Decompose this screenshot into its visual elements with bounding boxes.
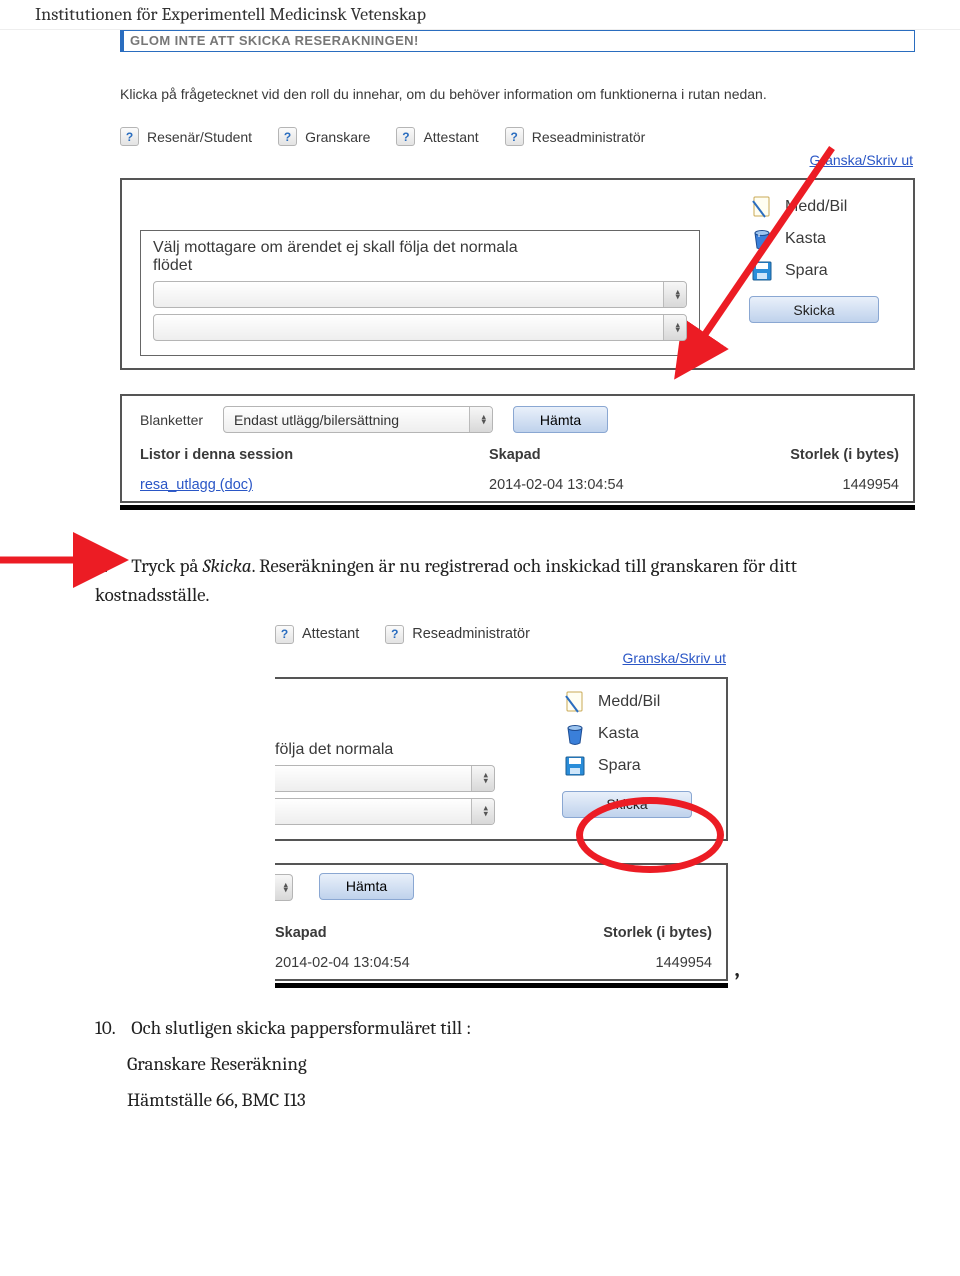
session-list-header: Listor i denna session Skapad Storlek (i… xyxy=(140,447,899,463)
screenshot-border xyxy=(275,983,728,988)
step-10-text: 10. Och slutligen skicka pappersformulär… xyxy=(95,1010,900,1118)
role-resenar: ? Resenär/Student xyxy=(120,127,252,146)
help-icon[interactable]: ? xyxy=(275,625,294,644)
dropdown-value: Endast utlägg/bilersättning xyxy=(234,412,399,428)
role-reseadmin: ? Reseadministratör xyxy=(505,127,646,146)
hamta-button[interactable]: Hämta xyxy=(513,406,608,433)
recipient-fieldset: Välj mottagare om ärendet ej skall följa… xyxy=(140,230,700,356)
hamta-button[interactable]: Hämta xyxy=(319,873,414,900)
panel-blanketter-cropped: ▴▾ Hämta Skapad Storlek (i bytes) 2014-0… xyxy=(275,863,728,981)
reminder-banner: GLOM INTE ATT SKICKA RESERAKNINGEN! xyxy=(120,30,915,52)
chevron-updown-icon: ▴▾ xyxy=(675,289,680,300)
action-label: Spara xyxy=(598,757,641,775)
trash-icon xyxy=(562,721,588,747)
action-label: Spara xyxy=(785,262,828,280)
role-granskare: ? Granskare xyxy=(278,127,370,146)
granska-skriv-ut-link[interactable]: Granska/Skriv ut xyxy=(810,152,913,168)
save-icon xyxy=(562,753,588,779)
file-date: 2014-02-04 13:04:54 xyxy=(489,477,719,493)
screenshot-1: GLOM INTE ATT SKICKA RESERAKNINGEN! Klic… xyxy=(120,30,915,503)
roles-row: ? Resenär/Student ? Granskare ? Attestan… xyxy=(120,127,915,146)
file-size: 1449954 xyxy=(719,477,899,493)
page-header: Institutionen för Experimentell Medicins… xyxy=(0,0,960,30)
step-9-text: 9. Tryck på Skicka. Reseräkningen är nu … xyxy=(95,552,900,611)
blanketter-label: Blanketter xyxy=(140,412,203,428)
partial-label: följa det normala xyxy=(275,689,544,759)
help-icon[interactable]: ? xyxy=(385,625,404,644)
step-text-b: Skicka xyxy=(203,555,252,577)
step-line-2: Granskare Reseräkning xyxy=(95,1046,900,1082)
trailing-comma: , xyxy=(734,951,740,983)
action-kasta[interactable]: Kasta xyxy=(749,226,899,252)
help-icon[interactable]: ? xyxy=(396,127,415,146)
action-medd-bil[interactable]: Medd/Bil xyxy=(562,689,712,715)
recipient-dropdown-1[interactable]: ▴▾ xyxy=(153,281,687,308)
fieldset-label-line2: flödet xyxy=(153,257,192,274)
chevron-updown-icon: ▴▾ xyxy=(283,882,288,893)
help-icon[interactable]: ? xyxy=(278,127,297,146)
file-link[interactable]: resa_utlagg (doc) xyxy=(140,477,489,493)
chevron-updown-icon: ▴▾ xyxy=(675,322,680,333)
action-medd-bil[interactable]: Medd/Bil xyxy=(749,194,899,220)
panel-blanketter: Blanketter Endast utlägg/bilersättning ▴… xyxy=(120,394,915,503)
role-label: Resenär/Student xyxy=(147,129,252,145)
session-list-row: resa_utlagg (doc) 2014-02-04 13:04:54 14… xyxy=(140,477,899,493)
step-line-1: Och slutligen skicka pappersformuläret t… xyxy=(131,1017,471,1039)
screenshot-border xyxy=(120,505,915,510)
note-icon xyxy=(562,689,588,715)
col-session: Listor i denna session xyxy=(140,447,489,463)
dropdown-partial-icon[interactable]: ▴▾ xyxy=(275,874,293,901)
action-label: Medd/Bil xyxy=(598,693,660,711)
file-date: 2014-02-04 13:04:54 xyxy=(275,955,495,971)
role-label: Attestant xyxy=(302,626,359,642)
col-storlek: Storlek (i bytes) xyxy=(719,447,899,463)
file-size: 1449954 xyxy=(505,955,712,971)
action-spara[interactable]: Spara xyxy=(562,753,712,779)
save-icon xyxy=(749,258,775,284)
trash-icon xyxy=(749,226,775,252)
blanketter-dropdown[interactable]: Endast utlägg/bilersättning ▴▾ xyxy=(223,406,493,433)
action-spara[interactable]: Spara xyxy=(749,258,899,284)
col-storlek: Storlek (i bytes) xyxy=(505,925,712,941)
granska-link-wrap: Granska/Skriv ut xyxy=(120,152,913,168)
col-skapad: Skapad xyxy=(489,447,719,463)
action-label: Kasta xyxy=(785,230,826,248)
role-label: Granskare xyxy=(305,129,370,145)
screenshot-2: ? Attestant ? Reseadministratör Granska/… xyxy=(275,625,728,981)
step-text-a: Tryck på xyxy=(131,555,202,577)
step-line-3: Hämtställe 66, BMC I13 xyxy=(95,1082,900,1118)
recipient-dropdown-partial[interactable]: ▴▾ xyxy=(275,765,495,792)
panel-actions-cropped: följa det normala ▴▾ ▴▾ Medd/Bil xyxy=(275,677,728,841)
intro-text: Klicka på frågetecknet vid den roll du i… xyxy=(120,84,915,105)
fieldset-label-line1: Välj mottagare om ärendet ej skall följa… xyxy=(153,239,518,256)
action-label: Kasta xyxy=(598,725,639,743)
action-label: Medd/Bil xyxy=(785,198,847,216)
role-attestant: ? Attestant xyxy=(396,127,478,146)
step-number: 9. xyxy=(95,552,127,581)
chevron-updown-icon: ▴▾ xyxy=(483,773,488,784)
chevron-updown-icon: ▴▾ xyxy=(483,806,488,817)
help-icon[interactable]: ? xyxy=(505,127,524,146)
recipient-dropdown-2[interactable]: ▴▾ xyxy=(153,314,687,341)
panel-recipient-actions: Välj mottagare om ärendet ej skall följa… xyxy=(120,178,915,370)
skicka-button[interactable]: Skicka xyxy=(562,791,692,818)
role-label: Reseadministratör xyxy=(412,626,530,642)
skicka-button[interactable]: Skicka xyxy=(749,296,879,323)
recipient-dropdown-partial[interactable]: ▴▾ xyxy=(275,798,495,825)
role-label: Reseadministratör xyxy=(532,129,646,145)
note-icon xyxy=(749,194,775,220)
action-kasta[interactable]: Kasta xyxy=(562,721,712,747)
col-skapad: Skapad xyxy=(275,925,495,941)
step-number: 10. xyxy=(95,1010,127,1046)
granska-skriv-ut-link[interactable]: Granska/Skriv ut xyxy=(623,650,726,666)
role-label: Attestant xyxy=(423,129,478,145)
chevron-updown-icon: ▴▾ xyxy=(482,414,487,425)
help-icon[interactable]: ? xyxy=(120,127,139,146)
